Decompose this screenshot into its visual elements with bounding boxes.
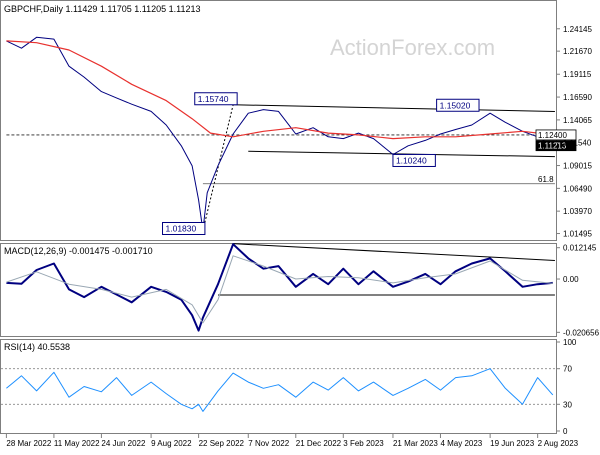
price-tick-label: 1.24145 <box>563 25 592 34</box>
price-tick-label: 1.21670 <box>563 47 592 56</box>
x-tick-label: 22 Sep 2022 <box>199 439 245 448</box>
watermark: ActionForex.com <box>330 35 495 60</box>
x-tick-label: 2 Aug 2023 <box>538 439 579 448</box>
chart-svg: ActionForex.com 1.15740 1.01830 1.15020 1.1… <box>0 0 600 448</box>
price-tick-label: 1.19115 <box>563 70 592 79</box>
x-tick-label: 3 Feb 2023 <box>343 439 384 448</box>
x-tick-label: 24 Jun 2022 <box>101 439 146 448</box>
macd-tick-label: -0.020656 <box>563 328 600 337</box>
macd-title: MACD(12,26,9) -0.001475 -0.001710 <box>4 246 153 256</box>
rsi-tick-label: 0 <box>563 427 568 436</box>
price-tick-label: 1.03970 <box>563 207 592 216</box>
macd-tick-label: 0.012145 <box>563 244 597 253</box>
price-label: 1.15740 <box>198 94 229 104</box>
price-tick-label: 1.14065 <box>563 116 592 125</box>
price-tick-label: 1.16590 <box>563 93 592 102</box>
x-tick-label: 28 Mar 2022 <box>6 439 51 448</box>
price-tick-label: 1.01495 <box>563 230 592 239</box>
chart-canvas: ActionForex.com 1.15740 1.01830 1.15020 1.1… <box>0 0 600 455</box>
x-tick-label: 21 Mar 2023 <box>393 439 438 448</box>
fib-label: 61.8 <box>538 175 554 184</box>
macd-tick-label: 0.00 <box>563 275 579 284</box>
x-tick-label: 21 Dec 2022 <box>296 439 342 448</box>
price-label: 1.15020 <box>440 100 471 110</box>
rsi-tick-label: 70 <box>563 365 572 374</box>
price-tick-label: 1.09015 <box>563 162 592 171</box>
rsi-tick-label: 100 <box>563 338 577 347</box>
x-tick-label: 7 Nov 2022 <box>248 439 289 448</box>
x-tick-label: 4 May 2023 <box>440 439 482 448</box>
rsi-tick-label: 30 <box>563 400 572 409</box>
price-tick-label: 1.06490 <box>563 184 592 193</box>
price-label: 1.10240 <box>396 155 427 165</box>
price-title: GBPCHF,Daily 1.11429 1.11705 1.11205 1.1… <box>4 4 200 14</box>
price-tick-label: 1.11540 <box>563 139 592 148</box>
price-label: 1.01830 <box>166 223 197 233</box>
panel-macd <box>0 243 557 337</box>
x-tick-label: 9 Aug 2022 <box>151 439 192 448</box>
x-tick-label: 19 Jun 2023 <box>490 439 535 448</box>
rsi-title: RSI(14) 40.5538 <box>4 342 70 352</box>
x-tick-label: 11 May 2022 <box>54 439 100 448</box>
